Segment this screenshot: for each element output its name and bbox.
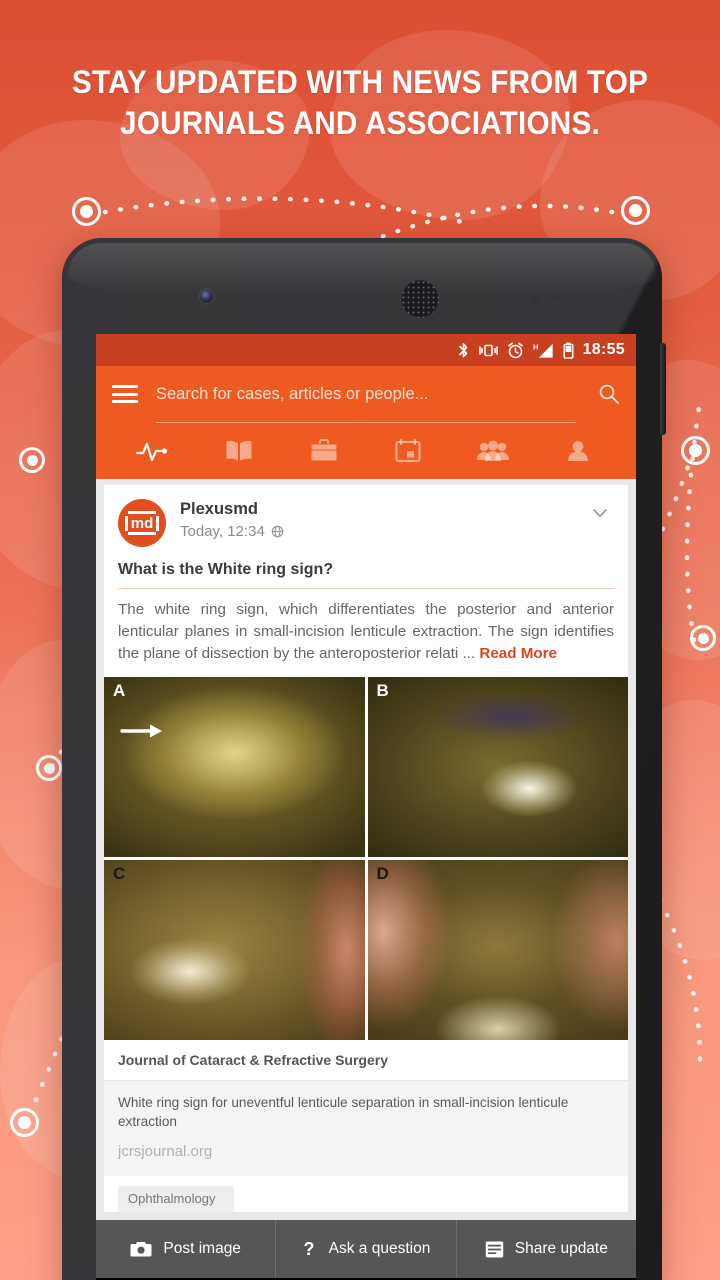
pulse-icon	[136, 442, 168, 462]
post-image[interactable]: D	[367, 859, 628, 1040]
vibrate-icon	[478, 344, 498, 356]
app-bar	[96, 366, 636, 479]
post-image-button[interactable]: Post image	[96, 1220, 275, 1278]
image-label: C	[113, 863, 126, 883]
ask-question-label: Ask a question	[328, 1240, 431, 1257]
plexusmd-logo-icon: md	[124, 511, 160, 535]
status-bar: H 18:55	[96, 334, 636, 366]
earpiece-speaker-icon	[401, 280, 439, 318]
post-image-grid: A B C D	[104, 676, 628, 1040]
post-body: The white ring sign, which differentiate…	[104, 589, 628, 677]
post-image-label: Post image	[163, 1240, 241, 1257]
tab-bar	[112, 423, 620, 479]
image-label: D	[376, 863, 389, 883]
post-meta: Plexusmd Today, 12:34	[180, 499, 586, 540]
phone-screen: H 18:55 Search for cases, articles or pe…	[96, 334, 636, 1278]
tab-events[interactable]	[366, 423, 451, 479]
ring-marker	[19, 447, 45, 473]
share-update-button[interactable]: Share update	[455, 1220, 636, 1278]
topic-chip[interactable]: Ophthalmology	[118, 1185, 234, 1212]
calendar-icon	[395, 438, 421, 463]
post-title: What is the White ring sign?	[118, 561, 334, 578]
list-icon	[485, 1241, 503, 1257]
ring-marker	[10, 1108, 39, 1137]
camera-icon	[130, 1242, 152, 1257]
headline-line-2: journals and associations.	[120, 104, 600, 141]
briefcase-icon	[311, 439, 337, 461]
signal-h-icon: H	[533, 342, 553, 358]
bluetooth-icon	[458, 342, 467, 357]
source-block[interactable]: White ring sign for uneventful lenticule…	[104, 1080, 628, 1176]
read-more-link[interactable]: Read More	[479, 645, 557, 662]
ring-marker	[681, 436, 710, 465]
composer-action-bar: Post image ? Ask a question Share update	[96, 1220, 636, 1278]
tab-groups[interactable]	[451, 423, 536, 479]
search-row	[112, 366, 620, 422]
post-timestamp-row: Today, 12:34	[180, 523, 586, 540]
bezel-highlight	[68, 243, 656, 303]
image-label: B	[376, 680, 389, 700]
tab-feed[interactable]	[112, 423, 197, 479]
book-icon	[226, 440, 252, 461]
promo-headline: Stay updated with news from top journals…	[25, 62, 695, 144]
image-label: A	[113, 680, 126, 700]
post-timestamp: Today, 12:34	[180, 522, 265, 540]
hamburger-icon[interactable]	[112, 385, 138, 403]
headline-line-1: Stay updated with news from top	[71, 64, 649, 100]
tab-jobs[interactable]	[281, 423, 366, 479]
search-icon[interactable]	[598, 383, 620, 405]
share-update-label: Share update	[514, 1240, 608, 1257]
status-bar-clock: 18:55	[582, 341, 625, 358]
ring-marker	[621, 196, 650, 225]
post-header: md Plexusmd Today, 12:34	[104, 485, 628, 557]
power-button[interactable]	[660, 343, 666, 435]
ring-marker	[36, 755, 62, 781]
ring-marker	[690, 625, 716, 651]
post-image[interactable]: A	[104, 676, 365, 857]
person-icon	[567, 441, 588, 461]
phone-mockup: H 18:55 Search for cases, articles or pe…	[62, 238, 666, 1280]
avatar[interactable]: md	[118, 499, 166, 547]
tab-journals[interactable]	[197, 423, 282, 479]
alarm-icon	[507, 342, 523, 358]
post-card: md Plexusmd Today, 12:34 What is the Whi…	[104, 485, 628, 1212]
source-journal: Journal of Cataract & Refractive Surgery	[104, 1039, 628, 1081]
source-url[interactable]: jcrsjournal.org	[118, 1143, 614, 1160]
tab-profile[interactable]	[535, 423, 620, 479]
chevron-down-icon	[593, 509, 607, 517]
ring-marker	[72, 197, 101, 226]
front-camera-icon	[200, 290, 213, 303]
feed-scroll-area[interactable]: md Plexusmd Today, 12:34 What is the Whi…	[96, 479, 636, 1278]
ask-question-button[interactable]: ? Ask a question	[275, 1220, 455, 1278]
post-menu-button[interactable]	[586, 499, 614, 532]
search-field[interactable]	[156, 384, 580, 404]
people-icon	[477, 440, 510, 461]
source-article-title: White ring sign for uneventful lenticule…	[118, 1094, 569, 1129]
annotation-arrow-icon	[120, 724, 162, 738]
post-image[interactable]: C	[104, 859, 365, 1040]
light-sensor-icon	[554, 294, 560, 300]
post-image[interactable]: B	[367, 676, 628, 857]
question-icon: ?	[303, 1239, 314, 1259]
globe-icon	[271, 525, 284, 537]
proximity-sensor-icon	[530, 294, 539, 303]
battery-icon	[563, 342, 574, 359]
post-author[interactable]: Plexusmd	[180, 499, 586, 520]
svg-text:?: ?	[303, 1239, 314, 1259]
search-input[interactable]	[156, 384, 580, 404]
svg-text:H: H	[533, 342, 538, 351]
